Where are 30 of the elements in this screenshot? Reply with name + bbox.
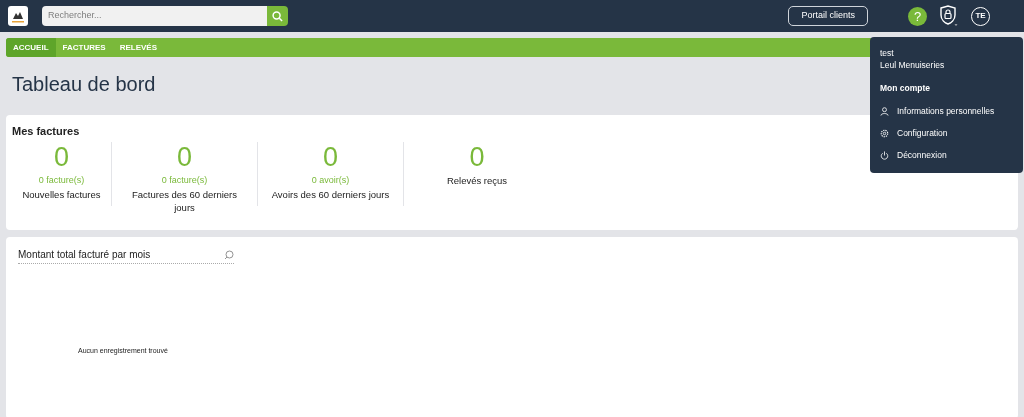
page-title: Tableau de bord bbox=[12, 72, 156, 96]
user-name: test bbox=[880, 47, 895, 59]
user-icon bbox=[880, 107, 889, 117]
card-title: Mes factures bbox=[12, 124, 80, 136]
stat-value: 0 bbox=[177, 142, 192, 172]
search-icon[interactable] bbox=[224, 249, 234, 260]
search-button[interactable] bbox=[267, 6, 288, 26]
stat-value: 0 bbox=[469, 142, 485, 172]
stat-label: Nouvelles factures bbox=[21, 187, 102, 201]
company-name: Leul Menuiseries bbox=[880, 59, 946, 71]
stat-subtitle: 0 facture(s) bbox=[161, 174, 208, 187]
logo-icon[interactable] bbox=[8, 6, 28, 26]
menu-item[interactable]: Configuration bbox=[880, 122, 1013, 145]
stat-label: Avoirs des 60 derniers jours bbox=[270, 187, 391, 201]
search-field[interactable]: Rechercher... bbox=[42, 6, 267, 26]
settings-icon bbox=[880, 129, 889, 139]
stat-value: 0 bbox=[54, 142, 69, 172]
menu-item[interactable]: Informations personnelles bbox=[880, 100, 1013, 123]
stat-subtitle: 0 facture(s) bbox=[38, 174, 85, 187]
stat-label: Relevés reçus bbox=[445, 174, 509, 187]
stat-value: 0 bbox=[323, 142, 338, 172]
portal-button[interactable]: Portail clients bbox=[788, 6, 868, 26]
menu-section-title: Mon compte bbox=[880, 82, 932, 95]
menu-item[interactable]: Déconnexion bbox=[880, 144, 1013, 167]
stat-label: Factures des 60 derniers jours bbox=[130, 187, 239, 214]
chart-title: Montant total facturé par mois bbox=[18, 248, 151, 262]
search-icon bbox=[272, 10, 283, 22]
power-icon bbox=[880, 151, 889, 161]
stat-subtitle: 0 avoir(s) bbox=[311, 174, 350, 187]
shield-lock-icon[interactable] bbox=[939, 5, 959, 27]
